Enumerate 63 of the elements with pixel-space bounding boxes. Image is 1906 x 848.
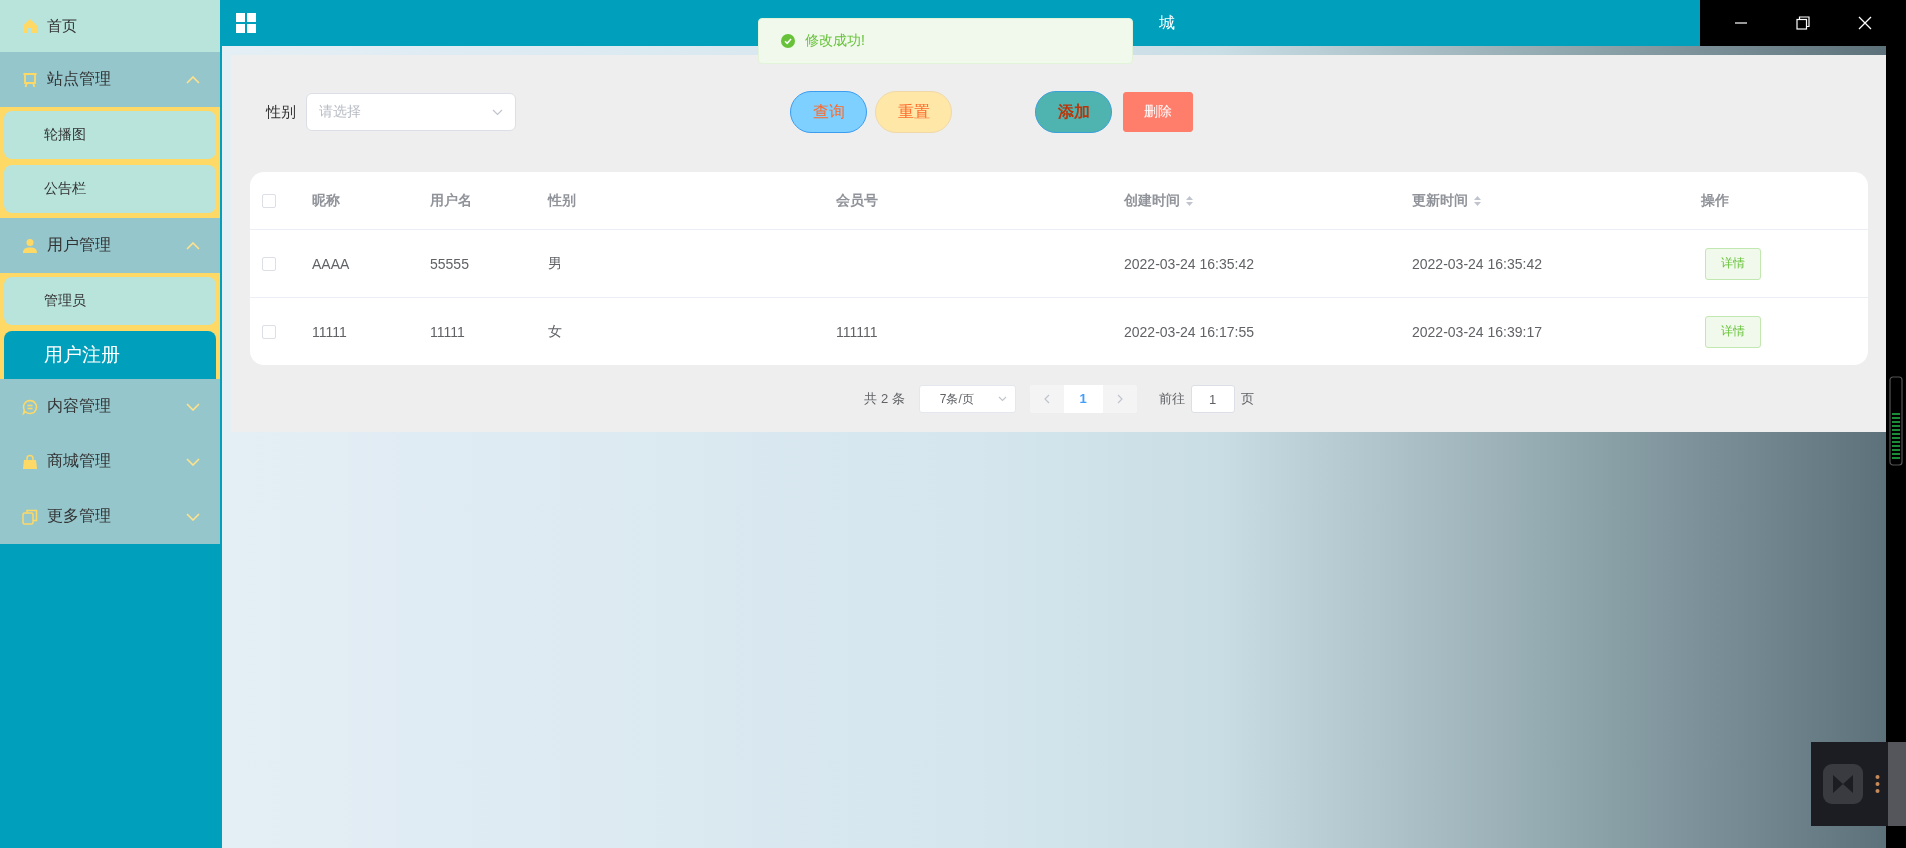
- grid-menu-icon[interactable]: [236, 13, 256, 33]
- submenu-item[interactable]: 轮播图: [4, 111, 216, 159]
- easel-icon: [22, 71, 38, 88]
- caret-icon: [492, 108, 503, 116]
- column-header[interactable]: 创建时间: [1124, 191, 1193, 210]
- table-cell: AAAA: [312, 255, 350, 272]
- menu-item[interactable]: 商城管理: [0, 434, 220, 489]
- toast-message: 修改成功!: [758, 18, 1133, 64]
- reset-button[interactable]: 重置: [875, 91, 952, 133]
- column-header[interactable]: 操作: [1701, 191, 1729, 210]
- detail-button[interactable]: 详情: [1705, 315, 1761, 348]
- submenu-item[interactable]: 用户注册: [4, 331, 216, 379]
- window-title: 城: [1159, 12, 1175, 33]
- checkbox[interactable]: [262, 193, 276, 208]
- sort-icon[interactable]: [1186, 195, 1193, 206]
- submenu-item[interactable]: 公告栏: [4, 165, 216, 213]
- menu-item[interactable]: 用户管理: [0, 218, 220, 273]
- table-cell: 11111: [430, 323, 465, 340]
- caret-icon: [997, 396, 1007, 402]
- add-button[interactable]: 添加: [1035, 91, 1112, 133]
- more-dots-icon[interactable]: [1875, 774, 1880, 794]
- table-cell: 2022-03-24 16:35:42: [1412, 255, 1542, 272]
- home-icon: [22, 18, 38, 34]
- checkbox[interactable]: [262, 324, 276, 339]
- table-cell: 2022-03-24 16:17:55: [1124, 323, 1254, 340]
- filter-label: 性别: [266, 102, 296, 122]
- level-meter-icon: [1889, 376, 1903, 466]
- close-icon[interactable]: [1858, 16, 1872, 30]
- select-field[interactable]: 请选择: [306, 93, 516, 131]
- total-count: 共 2 条: [864, 390, 905, 408]
- goto-label: 前往: [1158, 390, 1185, 408]
- table-cell: 2022-03-24 16:39:17: [1412, 323, 1542, 340]
- search-button[interactable]: 查询: [790, 91, 867, 133]
- table-cell: 111111: [836, 323, 878, 340]
- column-header[interactable]: 昵称: [312, 191, 340, 210]
- column-header[interactable]: 用户名: [430, 191, 472, 210]
- menu-item[interactable]: 站点管理: [0, 52, 220, 107]
- table-cell: 男: [548, 254, 562, 273]
- column-header[interactable]: 更新时间: [1412, 191, 1481, 210]
- page-suffix: 页: [1240, 390, 1254, 408]
- table-cell: 女: [548, 322, 562, 341]
- detail-button[interactable]: 详情: [1705, 247, 1761, 280]
- user-icon: [22, 237, 38, 254]
- delete-button[interactable]: 删除: [1123, 92, 1193, 132]
- table-cell: 2022-03-24 16:35:42: [1124, 255, 1254, 272]
- restore-icon[interactable]: [1796, 16, 1810, 30]
- menu-item[interactable]: 更多管理: [0, 489, 220, 544]
- page-size-select[interactable]: 7条/页: [918, 385, 1016, 413]
- table-cell: 55555: [430, 255, 469, 272]
- chat-icon: [22, 398, 38, 415]
- check-circle-icon: [781, 34, 795, 48]
- table-cell: 11111: [312, 323, 347, 340]
- recorder-icon: [1823, 764, 1863, 804]
- sort-icon[interactable]: [1474, 195, 1481, 206]
- checkbox[interactable]: [262, 256, 276, 271]
- column-header[interactable]: 会员号: [836, 191, 878, 210]
- page-input[interactable]: 1: [1190, 385, 1235, 413]
- copy-icon: [22, 508, 38, 525]
- menu-item[interactable]: 内容管理: [0, 379, 220, 434]
- page-number[interactable]: 1: [1063, 385, 1103, 413]
- column-header[interactable]: 性别: [548, 191, 576, 210]
- submenu-item[interactable]: 管理员: [4, 277, 216, 325]
- bag-icon: [22, 453, 38, 470]
